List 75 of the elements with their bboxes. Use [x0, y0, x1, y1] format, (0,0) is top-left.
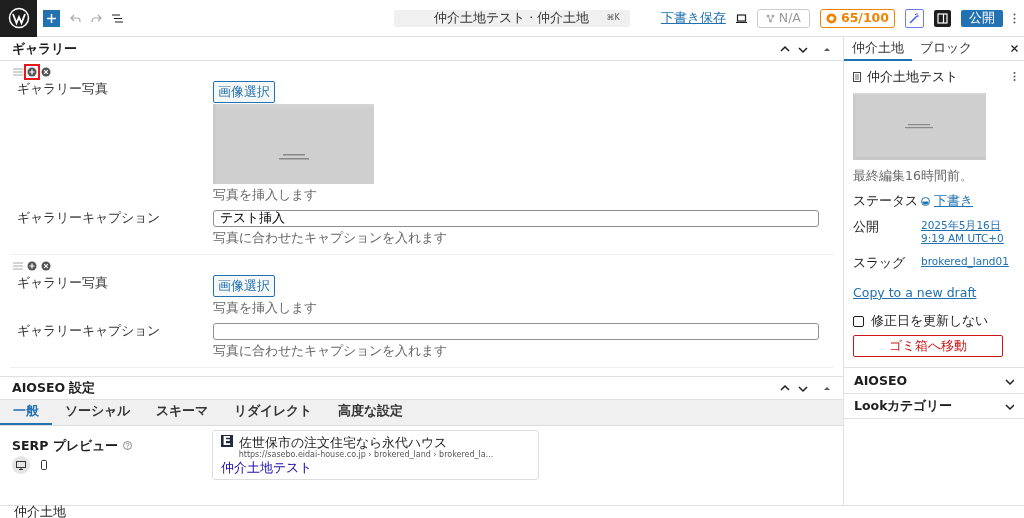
last-edited-text: 最終編集16時間前。: [853, 167, 974, 184]
status-link[interactable]: 下書き: [921, 193, 973, 209]
publish-button[interactable]: 公開: [961, 9, 1003, 27]
help-text: 写真を挿入します: [213, 299, 318, 316]
copy-draft-link[interactable]: Copy to a new draft: [853, 284, 977, 301]
panel-title: AIOSEO 設定: [12, 379, 96, 396]
remove-row-icon[interactable]: [41, 67, 51, 77]
checkbox-label: 修正日を更新しない: [871, 313, 988, 329]
close-icon[interactable]: [1011, 45, 1018, 52]
field-label: 公開: [853, 218, 880, 236]
plus-icon: [46, 13, 56, 23]
settings-tab[interactable]: 一般: [0, 399, 52, 425]
favicon: E: [220, 434, 233, 447]
post-title: 仲介土地テスト: [867, 69, 958, 85]
site-name: 佐世保市の注文住宅なら永代ハウス: [238, 434, 447, 451]
site-url: https://sasebo.eidai-house.co.jp › brokered_land › brokered_la...: [238, 450, 494, 461]
sidebar-tab[interactable]: ブロック: [912, 37, 980, 61]
list-view-icon[interactable]: [111, 13, 123, 23]
settings-tab[interactable]: 高度な設定: [325, 399, 416, 425]
checkbox[interactable]: [853, 315, 864, 327]
network-icon: [765, 13, 775, 23]
panel-title: ギャラリー: [12, 40, 77, 57]
link-assistant-button[interactable]: N/A: [756, 8, 810, 28]
keyboard-shortcut: ⌘K: [606, 13, 620, 23]
field-link[interactable]: 2025年5月16日 9:19 AM UTC+0: [921, 218, 1004, 246]
help-icon: [122, 441, 132, 451]
logo-icon: [7, 7, 30, 29]
caption-input[interactable]: [213, 323, 819, 341]
move-up-icon[interactable]: [779, 43, 791, 54]
add-block-button[interactable]: [42, 9, 60, 27]
move-to-trash-button[interactable]: ゴミ箱へ移動: [853, 335, 1003, 357]
more-options-icon[interactable]: [1013, 12, 1016, 24]
document-icon: [853, 71, 861, 82]
help-text: 写真に合わせたキャプションを入れます: [213, 343, 448, 359]
desktop-view-button[interactable]: [12, 456, 30, 475]
command-search-bar[interactable]: 仲介土地テスト · 仲介土地 ⌘K: [393, 9, 630, 27]
chevron-down-icon: [1004, 401, 1014, 411]
settings-tab[interactable]: ソーシャル: [52, 399, 143, 425]
select-image-button[interactable]: 画像選択: [213, 81, 275, 103]
caption-input[interactable]: テスト挿入: [213, 210, 819, 228]
wand-icon: [909, 12, 920, 24]
drag-handle-icon[interactable]: [13, 68, 23, 76]
field-link[interactable]: brokered_land01: [921, 255, 1009, 269]
settings-tab[interactable]: リダイレクト: [221, 399, 325, 425]
laptop-icon[interactable]: [735, 13, 747, 23]
field-label: ギャラリー写真: [16, 81, 109, 98]
ai-tools-button[interactable]: [905, 8, 924, 28]
save-draft-link[interactable]: 下書き保存: [660, 10, 726, 26]
result-title: 仲介土地テスト: [220, 461, 313, 476]
drag-handle-icon[interactable]: [13, 261, 23, 270]
section-label: SERP プレビュー: [12, 437, 118, 454]
field-label: スラッグ: [853, 255, 906, 271]
phone-icon: [41, 460, 47, 471]
add-row-icon[interactable]: [27, 260, 37, 271]
select-image-button[interactable]: 画像選択: [213, 274, 275, 297]
panel-header[interactable]: Lookカテゴリー: [844, 393, 1024, 419]
more-options-icon[interactable]: [1013, 72, 1016, 82]
move-up-icon[interactable]: [779, 382, 791, 393]
draft-status-icon: [921, 196, 930, 206]
monitor-icon: [16, 460, 26, 470]
sidebar-toggle-button[interactable]: [934, 9, 951, 27]
sidebar-tab[interactable]: 仲介土地: [844, 37, 912, 61]
field-label: ギャラリー写真: [16, 274, 109, 292]
breadcrumb: 仲介土地: [14, 504, 66, 518]
field-label: ステータス: [853, 193, 919, 209]
field-label: ギャラリーキャプション: [16, 210, 161, 228]
field-label: ギャラリーキャプション: [16, 323, 161, 341]
document-title: 仲介土地テスト · 仲介土地: [434, 10, 590, 26]
help-text: 写真を挿入します: [213, 186, 318, 203]
help-text: 写真に合わせたキャプションを入れます: [213, 230, 448, 246]
sidebar-icon: [937, 12, 948, 24]
panel-header[interactable]: AIOSEO: [844, 367, 1024, 393]
remove-row-icon[interactable]: [41, 260, 51, 271]
add-row-icon[interactable]: [27, 67, 37, 77]
settings-tab[interactable]: スキーマ: [143, 399, 221, 425]
